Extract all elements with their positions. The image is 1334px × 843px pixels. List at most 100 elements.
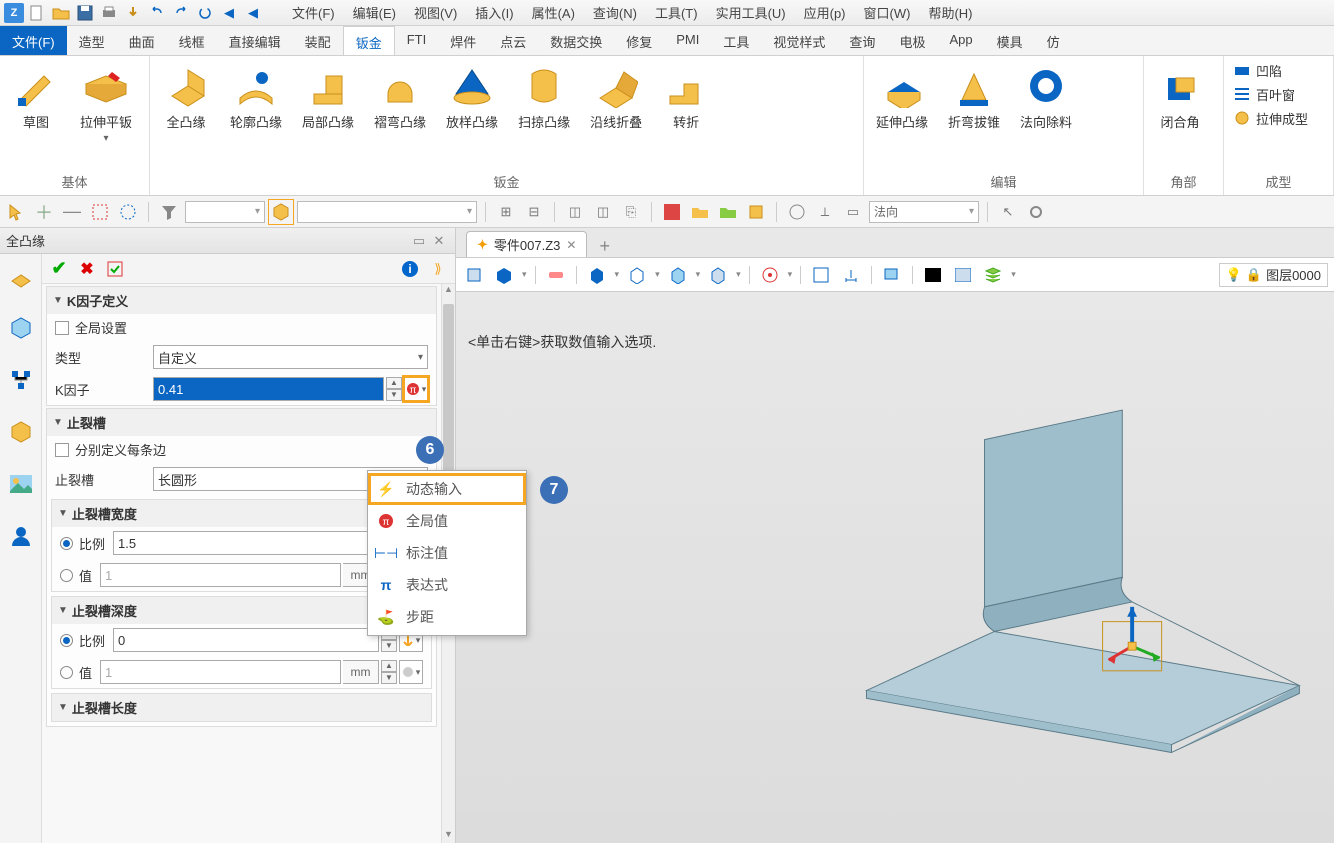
ribbon-tab-pmi[interactable]: PMI bbox=[664, 26, 711, 55]
ct-layers-icon[interactable] bbox=[880, 263, 904, 287]
width-value-radio[interactable]: 值 bbox=[60, 566, 92, 585]
popup-expr[interactable]: π表达式 bbox=[368, 569, 526, 601]
type-select[interactable]: 自定义▾ bbox=[153, 345, 428, 369]
tri-right-icon[interactable]: ◀ bbox=[242, 2, 264, 24]
ribbon-jog[interactable]: 转折 bbox=[658, 60, 714, 133]
show-icon[interactable]: ◫ bbox=[563, 200, 587, 224]
width-value-input[interactable]: 1 bbox=[100, 563, 341, 587]
menu-attr[interactable]: 属性(A) bbox=[524, 1, 583, 24]
ribbon-close-corner[interactable]: 闭合角 bbox=[1152, 60, 1208, 133]
folder-icon[interactable] bbox=[688, 200, 712, 224]
filter-combo[interactable]: ▾ bbox=[185, 201, 265, 223]
ct-persp-icon[interactable] bbox=[706, 263, 730, 287]
direction-combo[interactable]: 法向▾ bbox=[869, 201, 979, 223]
ct-grid-icon[interactable] bbox=[809, 263, 833, 287]
ribbon-tab-sheet[interactable]: 钣金 bbox=[343, 26, 395, 55]
hide-icon[interactable]: ◫ bbox=[591, 200, 615, 224]
panel-minimize-icon[interactable]: ▭ bbox=[409, 231, 429, 251]
ribbon-extend-flange[interactable]: 延伸凸缘 bbox=[872, 60, 932, 133]
expand-button[interactable]: ⟫ bbox=[425, 257, 451, 281]
doc-tab-close-icon[interactable]: ✕ bbox=[566, 238, 576, 252]
menu-tool[interactable]: 工具(T) bbox=[647, 1, 706, 24]
box-select-icon[interactable] bbox=[88, 200, 112, 224]
ribbon-tab-fti[interactable]: FTI bbox=[395, 26, 439, 55]
ribbon-tab-exchange[interactable]: 数据交换 bbox=[538, 26, 614, 55]
popup-dim[interactable]: ⊢⊣标注值 bbox=[368, 537, 526, 569]
ribbon-tab-shape[interactable]: 造型 bbox=[67, 26, 117, 55]
ribbon-partial-flange[interactable]: 局部凸缘 bbox=[298, 60, 358, 133]
color-icon[interactable] bbox=[660, 200, 684, 224]
gear-icon[interactable] bbox=[1024, 200, 1048, 224]
ribbon-tab-button[interactable]: 拉伸平钣 ▾ bbox=[76, 60, 136, 146]
ribbon-tab-inquire[interactable]: 查询 bbox=[837, 26, 887, 55]
width-ratio-radio[interactable]: 比例 bbox=[60, 534, 105, 553]
measure-icon[interactable]: ⟂ bbox=[813, 200, 837, 224]
cancel-button[interactable]: ✖ bbox=[74, 257, 100, 281]
ribbon-tab-pointcloud[interactable]: 点云 bbox=[488, 26, 538, 55]
new-icon[interactable] bbox=[26, 2, 48, 24]
print-icon[interactable] bbox=[98, 2, 120, 24]
menu-window[interactable]: 窗口(W) bbox=[856, 1, 919, 24]
k-spinner[interactable]: ▲▼ bbox=[386, 377, 402, 401]
lasso-icon[interactable] bbox=[116, 200, 140, 224]
info-button[interactable]: i bbox=[397, 257, 423, 281]
ribbon-fold[interactable]: 沿线折叠 bbox=[586, 60, 646, 133]
side-tab-solid[interactable] bbox=[5, 416, 37, 448]
cursor-icon[interactable] bbox=[4, 200, 28, 224]
ct-eraser-icon[interactable] bbox=[544, 263, 568, 287]
menu-util[interactable]: 实用工具(U) bbox=[708, 1, 794, 24]
ribbon-loft-flange[interactable]: 放样凸缘 bbox=[442, 60, 502, 133]
ct-view-icon[interactable] bbox=[492, 263, 516, 287]
ribbon-hem-flange[interactable]: 褶弯凸缘 bbox=[370, 60, 430, 133]
ribbon-tab-direct[interactable]: 直接编辑 bbox=[217, 26, 293, 55]
side-tab-user[interactable] bbox=[5, 520, 37, 552]
doc-tab[interactable]: ✦ 零件007.Z3 ✕ bbox=[466, 231, 587, 257]
ribbon-tab-file[interactable]: 文件(F) bbox=[0, 26, 67, 55]
ribbon-punch[interactable]: 拉伸成型 bbox=[1232, 108, 1308, 128]
save-icon[interactable] bbox=[74, 2, 96, 24]
ct-stack-icon[interactable] bbox=[981, 263, 1005, 287]
ct-iso-icon[interactable] bbox=[666, 263, 690, 287]
selection-combo[interactable]: ▾ bbox=[297, 201, 477, 223]
menu-file[interactable]: 文件(F) bbox=[284, 1, 343, 24]
ct-shade-icon[interactable] bbox=[585, 263, 609, 287]
menu-insert[interactable]: 插入(I) bbox=[467, 1, 521, 24]
side-tab-image[interactable] bbox=[5, 468, 37, 500]
ribbon-tab-wire[interactable]: 线框 bbox=[167, 26, 217, 55]
import-icon[interactable] bbox=[122, 2, 144, 24]
panel-close-icon[interactable]: ✕ bbox=[429, 231, 449, 251]
align2-icon[interactable]: ⊟ bbox=[522, 200, 546, 224]
box3d-icon[interactable] bbox=[269, 200, 293, 224]
side-tab-sheet[interactable] bbox=[5, 260, 37, 292]
depth-value-input[interactable]: 1 bbox=[100, 660, 341, 684]
ribbon-tab-more[interactable]: 仿 bbox=[1035, 26, 1072, 55]
config-icon[interactable] bbox=[744, 200, 768, 224]
ribbon-sweep-flange[interactable]: 扫掠凸缘 bbox=[514, 60, 574, 133]
align-icon[interactable]: ⊞ bbox=[494, 200, 518, 224]
ct-target-icon[interactable] bbox=[758, 263, 782, 287]
ribbon-tab-mold[interactable]: 模具 bbox=[985, 26, 1035, 55]
popup-step[interactable]: ⛳步距 bbox=[368, 601, 526, 633]
ribbon-tab-visual[interactable]: 视觉样式 bbox=[761, 26, 837, 55]
redo-icon[interactable] bbox=[170, 2, 192, 24]
ct-wire-icon[interactable] bbox=[625, 263, 649, 287]
folder2-icon[interactable] bbox=[716, 200, 740, 224]
filter-icon[interactable] bbox=[157, 200, 181, 224]
plus-icon[interactable]: ＋ bbox=[32, 200, 56, 224]
ribbon-full-flange[interactable]: 全凸缘 bbox=[158, 60, 214, 133]
undo-icon[interactable] bbox=[146, 2, 168, 24]
copy-icon[interactable]: ⎘ bbox=[619, 200, 643, 224]
depth-ratio-radio[interactable]: 比例 bbox=[60, 631, 105, 650]
global-settings-check[interactable]: 全局设置 bbox=[55, 318, 127, 337]
side-tab-tree[interactable] bbox=[5, 364, 37, 396]
ribbon-dimple[interactable]: 凹陷 bbox=[1232, 60, 1308, 80]
depth-value-radio[interactable]: 值 bbox=[60, 663, 92, 682]
popup-global[interactable]: π全局值 bbox=[368, 505, 526, 537]
side-tab-part[interactable] bbox=[5, 312, 37, 344]
menu-view[interactable]: 视图(V) bbox=[406, 1, 465, 24]
apply-button[interactable] bbox=[102, 257, 128, 281]
popup-dynamic[interactable]: ⚡动态输入 bbox=[368, 473, 526, 505]
tri-left-icon[interactable]: ◀ bbox=[218, 2, 240, 24]
ribbon-normal-cut[interactable]: 法向除料 bbox=[1016, 60, 1076, 133]
ribbon-tab-tools[interactable]: 工具 bbox=[711, 26, 761, 55]
